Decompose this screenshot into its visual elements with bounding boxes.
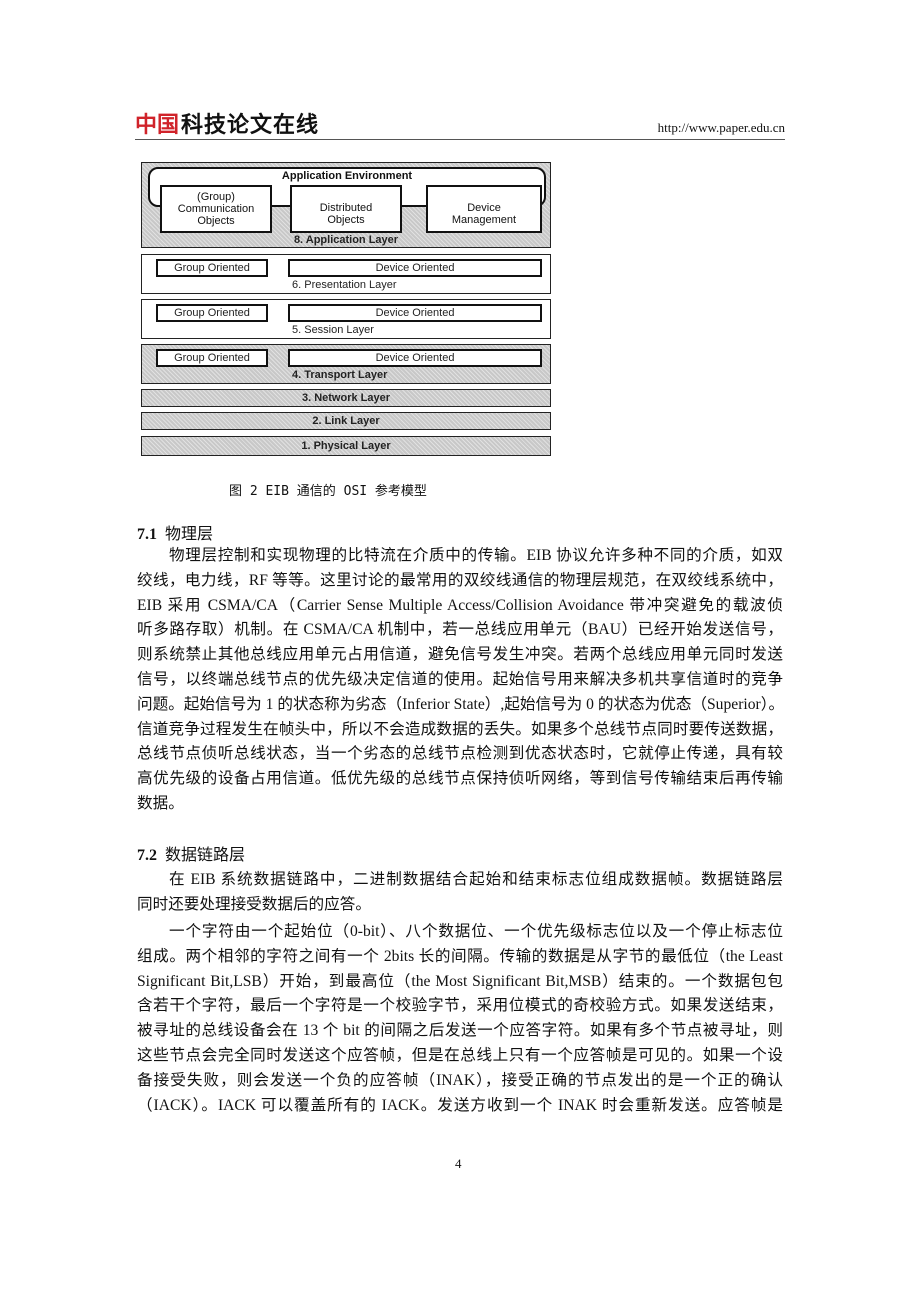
text-line: Significant Bit,LSB）开始，到最高位（the Most Sig… [137,972,783,990]
box-line: (Group) [197,191,235,203]
text-line: 被寻址的总线设备会在 13 个 bit 的间隔之后发送一个应答字符。如果有多个节… [137,1022,783,1040]
box-line: Management [451,214,517,226]
layer-3-network: 3. Network Layer [141,389,551,407]
section-7-2-paragraph-2: 一个字符由一个起始位（0-bit）、八个数据位、一个优先级标志位以及一个停止标志… [137,920,783,1118]
device-oriented-box: Device Oriented [288,259,542,277]
logo-red-text: 中国 [135,113,180,138]
communication-objects-box: (Group) Communication Objects [160,185,272,233]
text-line: EIB 采用 CSMA/CA（Carrier Sense Multiple Ac… [137,596,783,614]
text-line: 数据。 [137,794,184,812]
text-line: 问题。起始信号为 1 的状态称为劣态（Inferior State）,起始信号为… [137,695,785,713]
layer-label: 3. Network Layer [301,392,391,404]
text-line: 则系统禁止其他总线应用单元占用信道，避免信号发生冲突。若两个总线应用单元同时发送 [137,646,783,664]
text-line: 组成。两个相邻的字符之间有一个 2bits 长的间隔。传输的数据是从字节的最低位… [137,947,783,965]
text-line: 备接受失败，则会发送一个负的应答帧（INAK），接受正确的节点发出的是一个正的确… [137,1071,783,1089]
text-line: 一个字符由一个起始位（0-bit）、八个数据位、一个优先级标志位以及一个停止标志… [169,923,783,940]
text-line: （IACK）。IACK 可以覆盖所有的 IACK。发送方收到一个 INAK 时会… [137,1096,783,1114]
section-number: 7.2 [137,847,157,864]
layer-label: 8. Application Layer [293,234,399,246]
box-line: Objects [327,214,365,226]
text-line: 信道竞争过程发生在帧头中，所以不会造成数据的丢失。如果多个总线节点同时要传送数据… [137,720,783,738]
section-heading-7-2: 7.2 数据链路层 [137,841,245,865]
layer-label: 6. Presentation Layer [292,279,397,291]
text-line: 信号，以终端总线节点的优先级决定信道的使用。起始信号用来解决多机共享信道时的竞争 [137,670,783,688]
text-line: 这些节点会完全同时发送这个应答帧，但是在总线上只有一个应答帧是可见的。如果一个设 [137,1046,783,1064]
text-line: 总线节点侦听总线状态，当一个劣态的总线节点检测到优态状态时，它就停止传递，具有较 [137,745,783,763]
text-line: 含若干个字符，最后一个字符是一个校验字节，采用位模式的奇校验方式。如果发送结束， [137,997,783,1015]
section-number: 7.1 [137,526,157,543]
group-oriented-box: Group Oriented [156,259,268,277]
box-line: Device [467,202,501,214]
layer-2-link: 2. Link Layer [141,412,551,430]
distributed-objects-box: Distributed Objects [290,185,402,233]
section-7-1-paragraph: 物理层控制和实现物理的比特流在介质中的传输。EIB 协议允许多种不同的介质，如双… [137,544,785,817]
text-line: 物理层控制和实现物理的比特流在介质中的传输。EIB 协议允许多种不同的介质，如双 [169,547,783,564]
device-oriented-box: Device Oriented [288,304,542,322]
box-line: Objects [197,215,235,227]
layer-5-session: Group Oriented Device Oriented 5. Sessio… [141,299,551,339]
layer-label: 4. Transport Layer [292,369,388,381]
osi-model-figure: Application Environment (Group) Communic… [141,162,553,456]
application-environment-label: Application Environment [281,170,413,182]
device-oriented-box: Device Oriented [288,349,542,367]
layer-label: 5. Session Layer [292,324,374,336]
section-title: 数据链路层 [165,847,246,864]
group-oriented-box: Group Oriented [156,349,268,367]
layer-label: 1. Physical Layer [301,440,391,452]
header-divider [135,139,785,140]
section-title: 物理层 [165,526,214,543]
box-line: Communication [177,203,255,215]
text-line: 高优先级的设备占用信道。低优先级的总线节点保持侦听网络，等到信号传输结束后再传输 [137,770,783,788]
layer-6-presentation: Group Oriented Device Oriented 6. Presen… [141,254,551,294]
logo: 中国 科技论文在线 [135,110,320,138]
figure-caption: 图 2 EIB 通信的 OSI 参考模型 [229,484,427,499]
section-heading-7-1: 7.1 物理层 [137,520,213,544]
group-oriented-box: Group Oriented [156,304,268,322]
layer-8-application: Application Environment (Group) Communic… [141,162,551,248]
page-header: 中国 科技论文在线 http://www.paper.edu.cn [135,108,785,140]
text-line: 同时还要处理接受数据后的应答。 [137,895,371,913]
text-line: 绞线，电力线，RF 等等。这里讨论的最常用的双绞线通信的物理层规范，在双绞线系统… [137,571,783,589]
section-7-2-paragraph-1: 在 EIB 系统数据链路中，二进制数据结合起始和结束标志位组成数据帧。数据链路层… [137,868,783,918]
layer-4-transport: Group Oriented Device Oriented 4. Transp… [141,344,551,384]
box-line: Distributed [319,202,373,214]
layer-label: 2. Link Layer [312,415,380,427]
text-line: 听多路存取）机制。在 CSMA/CA 机制中，若一总线应用单元（BAU）已经开始… [137,621,783,639]
page-number: 4 [455,1156,462,1171]
header-url: http://www.paper.edu.cn [657,120,785,135]
device-management-box: Device Management [426,185,542,233]
layer-1-physical: 1. Physical Layer [141,436,551,456]
text-line: 在 EIB 系统数据链路中，二进制数据结合起始和结束标志位组成数据帧。数据链路层 [169,871,783,888]
logo-black-text: 科技论文在线 [181,113,320,138]
